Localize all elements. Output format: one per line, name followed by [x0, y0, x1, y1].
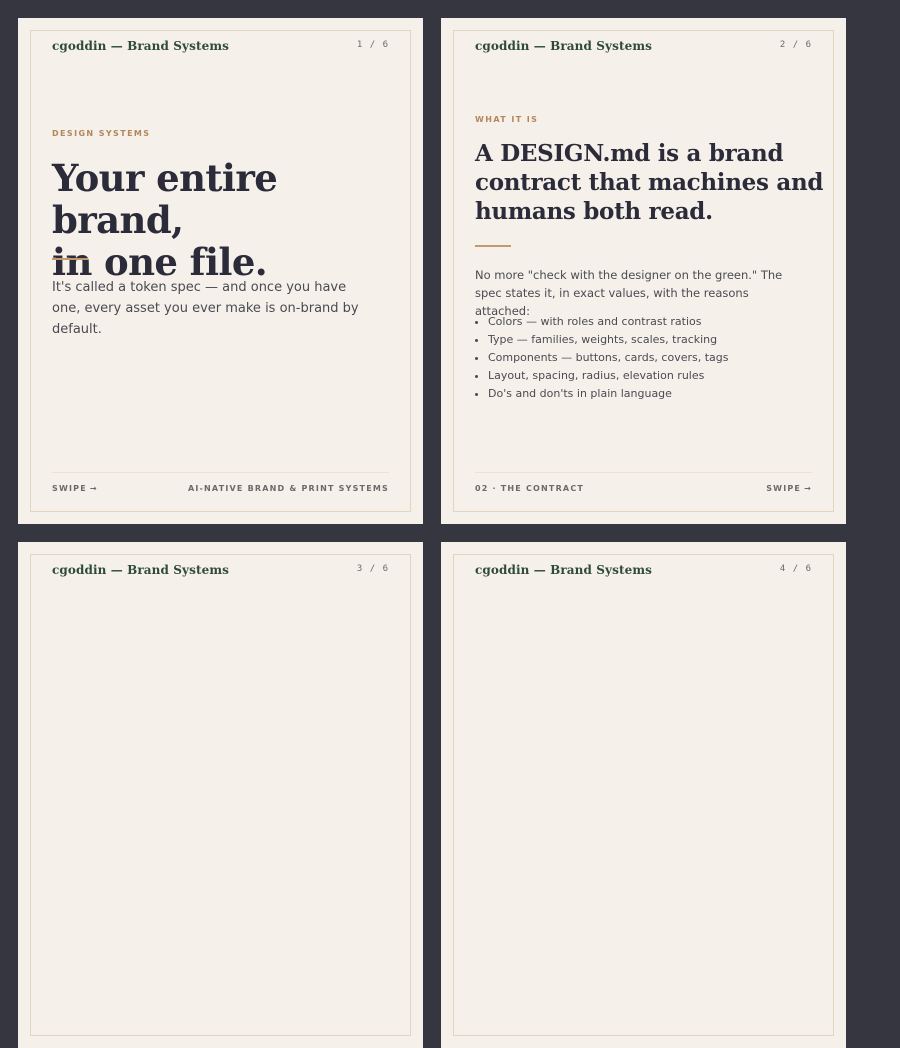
brand-name: cgoddin — Brand Systems — [52, 563, 229, 577]
headline-line-1: Your entire brand, — [52, 156, 278, 242]
headline-line-2: contract that machines and — [475, 169, 824, 196]
section-label: 02 · THE CONTRACT — [475, 484, 585, 493]
card-frame: cgoddin — Brand Systems 3 / 6 — [30, 554, 411, 1036]
page-indicator: 2 / 6 — [779, 40, 812, 50]
slide-card-3: cgoddin — Brand Systems 3 / 6 — [18, 542, 423, 1048]
list-item: Layout, spacing, radius, elevation rules — [488, 367, 818, 385]
slide-card-4: cgoddin — Brand Systems 4 / 6 — [441, 542, 846, 1048]
page-indicator: 4 / 6 — [779, 564, 812, 574]
body-text: It's called a token spec — and once you … — [52, 280, 359, 337]
accent-rule — [52, 258, 88, 260]
body-text: No more "check with the designer on the … — [475, 268, 783, 318]
arrow-right-icon: → — [89, 484, 98, 493]
feature-list: Colors — with roles and contrast ratios … — [475, 313, 818, 403]
swipe-label: SWIPE — [52, 484, 87, 493]
headline: Your entire brand, in one file. — [52, 157, 410, 283]
eyebrow-label: DESIGN SYSTEMS — [52, 129, 151, 138]
swipe-hint[interactable]: SWIPE → — [766, 484, 812, 493]
footer-divider — [52, 472, 389, 473]
brand-name: cgoddin — Brand Systems — [475, 39, 652, 53]
headline-line-3: humans both read. — [475, 198, 713, 225]
list-item: Do's and don'ts in plain language — [488, 385, 818, 403]
page-indicator: 3 / 6 — [356, 564, 389, 574]
card-frame: cgoddin — Brand Systems 2 / 6 WHAT IT IS… — [453, 30, 834, 512]
headline: A DESIGN.md is a brand contract that mac… — [475, 139, 823, 226]
list-item: Components — buttons, cards, covers, tag… — [488, 349, 818, 367]
slide-card-2: cgoddin — Brand Systems 2 / 6 WHAT IT IS… — [441, 18, 846, 524]
footer-tagline: AI-NATIVE BRAND & PRINT SYSTEMS — [187, 484, 389, 493]
brand-name: cgoddin — Brand Systems — [52, 39, 229, 53]
list-item: Type — families, weights, scales, tracki… — [488, 331, 818, 349]
card-frame: cgoddin — Brand Systems 1 / 6 DESIGN SYS… — [30, 30, 411, 512]
page-indicator: 1 / 6 — [356, 40, 389, 50]
slide-card-1: cgoddin — Brand Systems 1 / 6 DESIGN SYS… — [18, 18, 423, 524]
footer-divider — [475, 472, 812, 473]
list-item: Colors — with roles and contrast ratios — [488, 313, 818, 331]
eyebrow-label: WHAT IT IS — [475, 115, 539, 124]
card-frame: cgoddin — Brand Systems 4 / 6 — [453, 554, 834, 1036]
arrow-right-icon: → — [804, 484, 812, 493]
accent-rule — [475, 245, 511, 247]
headline-line-1: A DESIGN.md is a brand — [475, 140, 784, 167]
brand-name: cgoddin — Brand Systems — [475, 563, 652, 577]
swipe-label: SWIPE — [766, 484, 802, 493]
swipe-hint[interactable]: SWIPE → — [52, 484, 98, 493]
